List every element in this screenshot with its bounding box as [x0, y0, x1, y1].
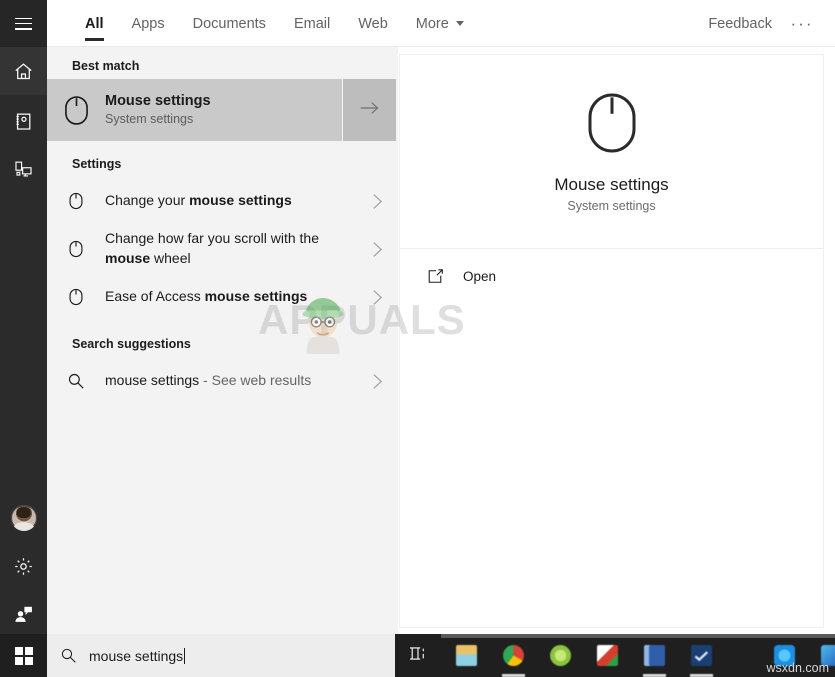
- tab-email[interactable]: Email: [280, 0, 344, 47]
- rail-item-settings[interactable]: [0, 542, 47, 590]
- search-input-value: mouse settings: [89, 647, 184, 664]
- notebook-icon: [13, 111, 34, 132]
- taskbar-search-input[interactable]: mouse settings: [47, 634, 395, 677]
- best-match-title: Mouse settings: [105, 92, 211, 109]
- gear-icon: [13, 556, 34, 577]
- open-label: Open: [463, 268, 497, 284]
- checkmark-icon: [691, 645, 712, 666]
- home-icon: [13, 61, 34, 82]
- rail-item-documents[interactable]: [0, 97, 47, 145]
- mouse-icon: [47, 192, 105, 210]
- person-feedback-icon: [13, 604, 34, 625]
- start-button[interactable]: [0, 634, 47, 677]
- tab-all[interactable]: All: [71, 0, 118, 47]
- open-external-icon: [427, 268, 463, 285]
- suggestion-item-mouse-settings[interactable]: mouse settings - See web results: [47, 357, 398, 405]
- blue-tile-icon: [644, 645, 665, 666]
- suggestion-label: mouse settings - See web results: [105, 372, 312, 389]
- tab-all-label: All: [85, 15, 104, 32]
- office-icon: [597, 645, 618, 666]
- mouse-icon: [47, 240, 105, 258]
- search-results-panel: Best match Mouse settings System setting…: [47, 47, 398, 634]
- result-label: Ease of Access mouse settings: [105, 288, 308, 305]
- green-circle-icon: [550, 645, 571, 666]
- ellipsis-icon: ···: [790, 13, 814, 33]
- feedback-button[interactable]: Feedback: [708, 0, 772, 47]
- best-match-result[interactable]: Mouse settings System settings: [47, 79, 396, 141]
- task-view-button[interactable]: [396, 634, 441, 677]
- apps-devices-icon: [13, 159, 34, 180]
- tab-more[interactable]: More: [402, 0, 478, 47]
- result-item-change-mouse-settings[interactable]: Change your mouse settings: [47, 177, 398, 225]
- mouse-icon: [47, 288, 105, 306]
- tab-apps-label: Apps: [131, 15, 165, 32]
- mouse-icon: [586, 90, 638, 161]
- rail-item-feedback[interactable]: [0, 590, 47, 638]
- hamburger-menu-button[interactable]: [0, 0, 47, 47]
- rail-item-apps[interactable]: [0, 145, 47, 193]
- preview-panel: Mouse settings System settings Open: [400, 55, 823, 627]
- best-match-header: Best match: [72, 59, 140, 73]
- search-input-value-wrap: mouse settings: [89, 647, 186, 664]
- avatar-icon: [10, 505, 37, 531]
- tab-documents[interactable]: Documents: [179, 0, 280, 47]
- chevron-down-icon: [455, 21, 464, 26]
- task-view-icon: [409, 645, 428, 667]
- tab-more-label: More: [415, 15, 449, 32]
- feedback-label: Feedback: [708, 15, 772, 32]
- search-suggestions-header: Search suggestions: [72, 337, 191, 351]
- tab-list: All Apps Documents Email Web More: [71, 0, 478, 47]
- text-cursor: [184, 647, 186, 664]
- chevron-right-icon: [356, 241, 398, 258]
- taskbar-icon-blue-tile-app[interactable]: [631, 634, 678, 677]
- best-match-subtitle: System settings: [105, 111, 194, 126]
- taskbar-icon-green-app[interactable]: [537, 634, 584, 677]
- best-match-text: Mouse settings System settings: [105, 92, 342, 129]
- windows-search-overlay: All Apps Documents Email Web More Feedba…: [0, 0, 835, 677]
- taskbar-icon-file-explorer[interactable]: [443, 634, 490, 677]
- chrome-icon: [503, 645, 524, 666]
- result-item-ease-of-access[interactable]: Ease of Access mouse settings: [47, 273, 398, 321]
- preview-title: Mouse settings: [554, 175, 669, 194]
- folder-icon: [456, 645, 477, 666]
- result-item-scroll-wheel[interactable]: Change how far you scroll with the mouse…: [47, 225, 398, 273]
- rail-item-home[interactable]: [0, 47, 47, 95]
- chevron-right-icon: [356, 193, 398, 210]
- more-options-button[interactable]: ···: [785, 0, 819, 47]
- windows-logo-icon: [14, 646, 33, 665]
- site-watermark: wsxdn.com: [766, 661, 829, 675]
- navigation-rail: [0, 0, 47, 634]
- hamburger-icon: [15, 17, 32, 30]
- tab-apps[interactable]: Apps: [118, 0, 179, 47]
- best-match-expand-button[interactable]: [342, 79, 396, 141]
- preview-hero: Mouse settings System settings: [400, 55, 823, 249]
- tab-documents-label: Documents: [192, 15, 266, 32]
- rail-item-account[interactable]: [0, 494, 47, 542]
- chevron-right-icon: [356, 373, 398, 390]
- taskbar-top-highlight: [441, 634, 835, 638]
- preview-subtitle: System settings: [567, 199, 656, 213]
- search-icon: [47, 647, 89, 664]
- open-button[interactable]: Open: [400, 249, 823, 303]
- taskbar-icon-google-chrome[interactable]: [490, 634, 537, 677]
- chevron-right-icon: [356, 289, 398, 306]
- mouse-icon: [47, 95, 105, 126]
- taskbar-icon-office-app[interactable]: [584, 634, 631, 677]
- search-tab-bar: All Apps Documents Email Web More Feedba…: [47, 0, 835, 47]
- tab-web[interactable]: Web: [344, 0, 402, 47]
- arrow-right-icon: [359, 101, 380, 120]
- result-label: Change your mouse settings: [105, 192, 292, 209]
- settings-header: Settings: [72, 157, 122, 171]
- tab-web-label: Web: [358, 15, 388, 32]
- taskbar-icon-checkmark-app[interactable]: [678, 634, 725, 677]
- search-icon: [47, 372, 105, 390]
- result-label: Change how far you scroll with the mouse…: [105, 230, 319, 266]
- tab-email-label: Email: [293, 15, 331, 32]
